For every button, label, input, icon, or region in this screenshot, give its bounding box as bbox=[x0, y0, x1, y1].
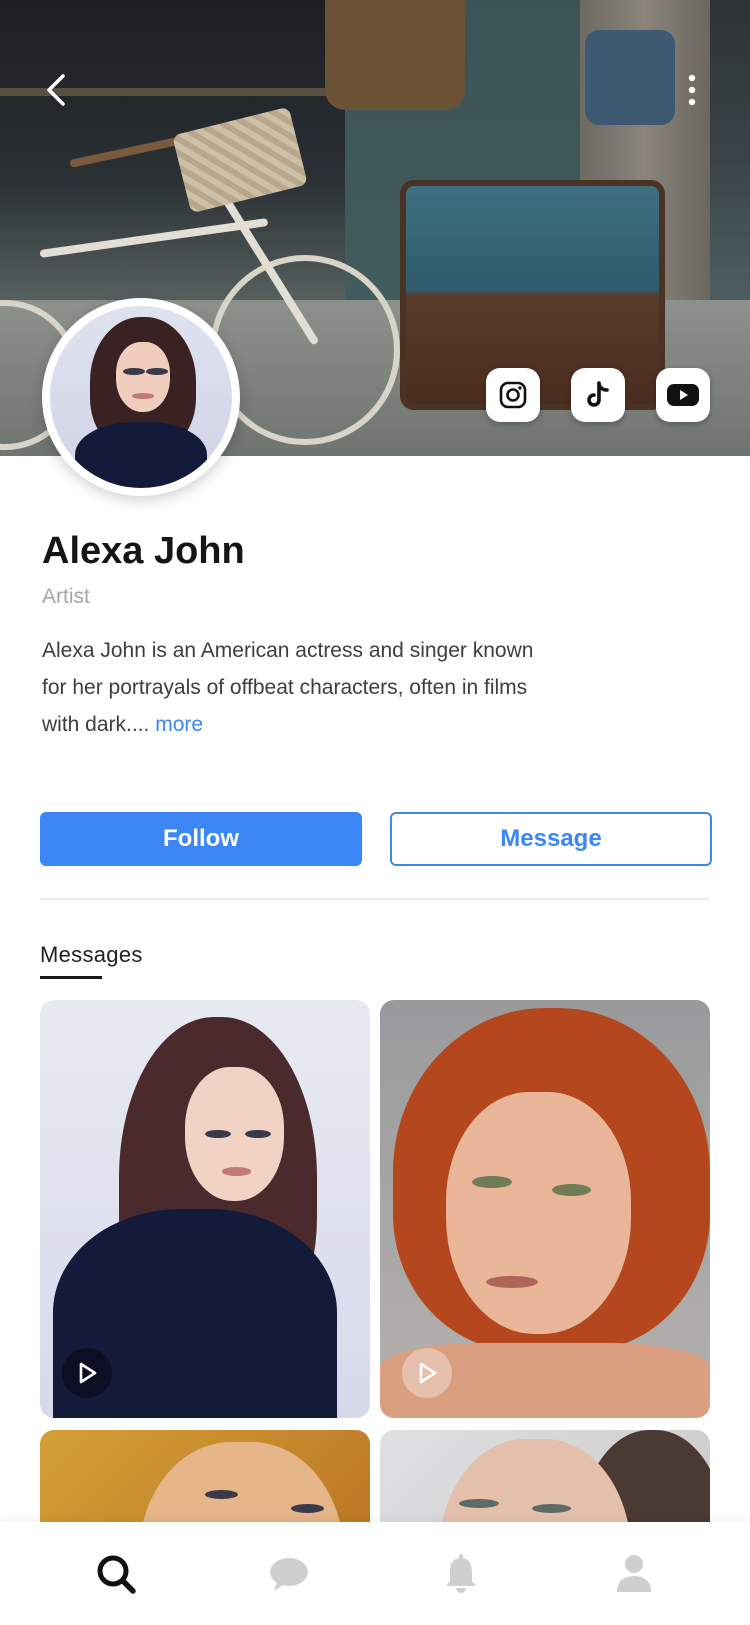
bell-icon bbox=[446, 1553, 477, 1593]
media-tile[interactable] bbox=[380, 1000, 710, 1418]
more-vertical-icon bbox=[688, 74, 696, 106]
avatar-lips bbox=[131, 393, 154, 399]
cover-bag bbox=[585, 30, 675, 125]
avatar-face bbox=[115, 342, 171, 412]
play-button[interactable] bbox=[402, 1348, 452, 1398]
profile-avatar[interactable] bbox=[42, 298, 240, 496]
cover-bag bbox=[325, 0, 465, 110]
tile-eye bbox=[205, 1489, 238, 1499]
search-icon bbox=[97, 1555, 136, 1594]
profile-name: Alexa John bbox=[42, 530, 245, 572]
instagram-icon bbox=[499, 381, 527, 409]
play-button[interactable] bbox=[62, 1348, 112, 1398]
message-button[interactable]: Message bbox=[390, 812, 712, 866]
tile-eye bbox=[244, 1129, 271, 1138]
nav-chat[interactable] bbox=[249, 1534, 329, 1614]
tile-eye bbox=[290, 1503, 324, 1513]
tile-eye bbox=[531, 1503, 572, 1513]
youtube-icon bbox=[667, 384, 699, 406]
avatar-image bbox=[50, 306, 232, 488]
tile-lips bbox=[221, 1167, 252, 1176]
nav-search[interactable] bbox=[76, 1534, 156, 1614]
avatar-eye bbox=[122, 367, 145, 376]
instagram-button[interactable] bbox=[486, 368, 540, 422]
cover-bike-wheel bbox=[210, 255, 400, 445]
tile-eye bbox=[472, 1175, 512, 1189]
tile-eye bbox=[205, 1129, 232, 1138]
follow-button[interactable]: Follow bbox=[40, 812, 362, 866]
chevron-left-icon bbox=[47, 74, 65, 106]
tab-active-indicator bbox=[40, 976, 102, 979]
bottom-navigation bbox=[0, 1522, 750, 1625]
youtube-button[interactable] bbox=[656, 368, 710, 422]
media-tile[interactable] bbox=[40, 1000, 370, 1418]
play-icon bbox=[79, 1362, 97, 1384]
nav-notifications[interactable] bbox=[421, 1534, 501, 1614]
user-icon bbox=[616, 1554, 651, 1592]
avatar-shirt bbox=[75, 422, 207, 488]
nav-profile[interactable] bbox=[594, 1534, 674, 1614]
play-icon bbox=[419, 1362, 437, 1384]
tiktok-icon bbox=[587, 381, 609, 407]
more-options-button[interactable] bbox=[672, 62, 712, 118]
section-divider bbox=[40, 898, 710, 900]
bio-text: Alexa John is an American actress and si… bbox=[42, 639, 534, 736]
back-button[interactable] bbox=[36, 62, 76, 118]
bio-more-link[interactable]: more bbox=[155, 713, 203, 736]
tab-messages[interactable]: Messages bbox=[40, 942, 143, 968]
social-links bbox=[486, 368, 710, 422]
profile-role: Artist bbox=[42, 585, 90, 608]
profile-bio: Alexa John is an American actress and si… bbox=[42, 632, 562, 743]
chat-bubble-icon bbox=[269, 1557, 308, 1591]
tiktok-button[interactable] bbox=[571, 368, 625, 422]
tile-face bbox=[446, 1091, 631, 1335]
